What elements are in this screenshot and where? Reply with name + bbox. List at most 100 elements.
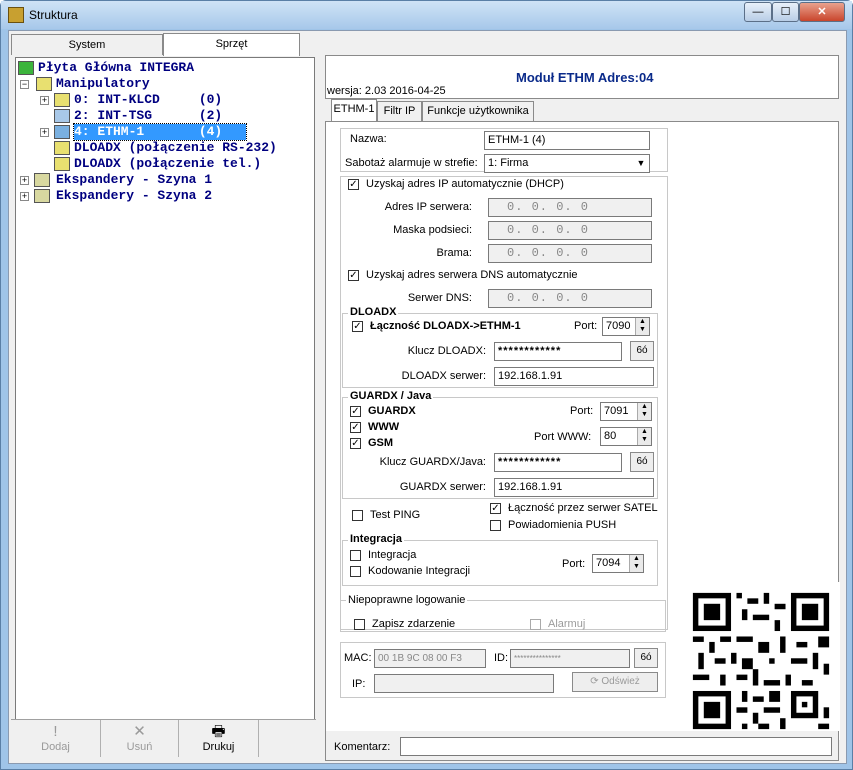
show-password-icon[interactable]: 6ó [634, 648, 658, 668]
expand-icon[interactable]: + [40, 96, 49, 105]
mac-input[interactable]: 00 1B 9C 08 00 F3 [374, 649, 486, 668]
www-port-label: Port WWW: [534, 431, 592, 443]
tree-dloadx-rs232[interactable]: DLOADX (połączenie RS-232) [74, 140, 277, 156]
tree-item-ethm1[interactable]: 4: ETHM-1 (4) [73, 123, 247, 141]
dloadx-group-title: DLOADX [348, 306, 399, 318]
test-ping-checkbox[interactable] [352, 510, 363, 521]
ip-label: Adres IP serwera: [384, 201, 472, 213]
expand-icon[interactable]: + [20, 192, 29, 201]
www-checkbox[interactable]: ✓ [350, 422, 361, 433]
expander-icon [34, 189, 50, 203]
add-button[interactable]: ! Dodaj [11, 720, 101, 757]
collapse-icon[interactable]: − [20, 80, 29, 89]
dloadx-icon [54, 141, 70, 155]
integration-group-title: Integracja [348, 533, 404, 545]
dloadx-key-label: Klucz DLOADX: [407, 345, 486, 357]
dhcp-checkbox[interactable]: ✓ [348, 179, 359, 190]
spinner-arrows-icon[interactable]: ▲ ▼ [635, 318, 649, 335]
log-event-checkbox[interactable] [354, 619, 365, 630]
touchscreen-icon [54, 109, 70, 123]
spinner-arrows-icon[interactable]: ▲ ▼ [637, 403, 651, 420]
mask-label: Maska podsieci: [393, 224, 472, 236]
gateway-input[interactable]: 0. 0. 0. 0 [488, 244, 652, 263]
tab-system[interactable]: System [11, 34, 163, 55]
integration-label: Integracja [368, 549, 417, 561]
test-ping-label: Test PING [370, 509, 421, 521]
ip2-label: IP: [352, 678, 366, 690]
comment-label: Komentarz: [334, 741, 391, 753]
dloadx-port-label: Port: [574, 320, 598, 332]
ip-input[interactable]: 0. 0. 0. 0 [488, 198, 652, 217]
tree-root[interactable]: Płyta Główna INTEGRA [38, 60, 194, 76]
integration-checkbox[interactable] [350, 550, 361, 561]
title-bar: Struktura — ☐ ✕ [1, 1, 852, 29]
spinner-arrows-icon[interactable]: ▲ ▼ [637, 428, 651, 445]
dns-input[interactable]: 0. 0. 0. 0 [488, 289, 652, 308]
chevron-down-icon: ▼ [636, 158, 646, 168]
remove-button[interactable]: ✕ Usuń [101, 720, 179, 757]
name-label: Nazwa: [350, 133, 387, 145]
tab-ethm1[interactable]: ETHM-1 [331, 99, 377, 121]
ip2-input[interactable] [374, 674, 554, 693]
guardx-key-label: Klucz GUARDX/Java: [379, 456, 486, 468]
dns-auto-checkbox[interactable]: ✓ [348, 270, 359, 281]
tamper-zone-select[interactable]: 1: Firma ▼ [484, 154, 650, 173]
dloadx-conn-checkbox[interactable]: ✓ [352, 321, 363, 332]
mac-label: MAC: [344, 652, 372, 664]
tree-manipulatory[interactable]: Manipulatory [56, 76, 150, 92]
mask-input[interactable]: 0. 0. 0. 0 [488, 221, 652, 240]
integration-port-spinner[interactable]: 7094 ▲ ▼ [592, 554, 644, 573]
version-label: wersja: 2.03 2016-04-25 [327, 85, 446, 97]
dloadx-icon [54, 157, 70, 171]
refresh-icon: ⟳ [590, 676, 602, 687]
guardx-key-input[interactable]: ************ [494, 453, 622, 472]
dloadx-port-spinner[interactable]: 7090 ▲ ▼ [602, 317, 650, 336]
id-input[interactable]: *************** [510, 649, 630, 668]
keypad-icon [54, 93, 70, 107]
tree-item-int-tsg[interactable]: 2: INT-TSG (2) [74, 108, 222, 124]
tab-sprzet[interactable]: Sprzęt [163, 33, 300, 56]
expand-icon[interactable]: + [40, 128, 49, 137]
gateway-label: Brama: [436, 247, 472, 259]
guardx-port-spinner[interactable]: 7091 ▲ ▼ [600, 402, 652, 421]
add-icon: ! [53, 723, 58, 740]
satel-server-checkbox[interactable]: ✓ [490, 503, 501, 514]
www-port-spinner[interactable]: 80 ▲ ▼ [600, 427, 652, 446]
show-password-icon[interactable]: 6ó [630, 341, 654, 361]
print-button[interactable]: 🖶 Drukuj [179, 720, 259, 757]
left-tabs: System Sprzęt [11, 33, 321, 56]
id-label: ID: [494, 652, 509, 664]
expand-icon[interactable]: + [20, 176, 29, 185]
tree-dloadx-tel[interactable]: DLOADX (połączenie tel.) [74, 156, 261, 172]
spinner-arrows-icon[interactable]: ▲ ▼ [629, 555, 643, 572]
tree-item-int-klcd[interactable]: 0: INT-KLCD (0) [74, 92, 222, 108]
right-pane: Moduł ETHM Adres:04 wersja: 2.03 2016-04… [325, 55, 840, 755]
device-tree[interactable]: Płyta Główna INTEGRA − Manipulatory + 0:… [15, 57, 315, 743]
comment-input[interactable] [400, 737, 832, 756]
left-toolbar: ! Dodaj ✕ Usuń 🖶 Drukuj [11, 719, 316, 757]
tree-expanders-bus1[interactable]: Ekspandery - Szyna 1 [56, 172, 212, 188]
integration-coding-label: Kodowanie Integracji [368, 565, 471, 577]
tab-ip-filter[interactable]: Filtr IP [377, 101, 422, 121]
show-password-icon[interactable]: 6ó [630, 452, 654, 472]
dloadx-server-label: DLOADX serwer: [401, 370, 486, 382]
dloadx-key-input[interactable]: ************ [494, 342, 622, 361]
alarm-checkbox[interactable] [530, 619, 541, 630]
guardx-server-input[interactable]: 192.168.1.91 [494, 478, 654, 497]
gsm-label: GSM [368, 437, 394, 449]
guardx-port-label: Port: [570, 405, 594, 417]
minimize-button[interactable]: — [744, 2, 772, 22]
push-checkbox[interactable] [490, 520, 501, 531]
close-button[interactable]: ✕ [799, 2, 845, 22]
module-title: Moduł ETHM Adres:04 [516, 70, 654, 85]
maximize-button[interactable]: ☐ [772, 2, 799, 22]
refresh-button[interactable]: ⟳ Odśwież [572, 672, 658, 692]
gsm-checkbox[interactable]: ✓ [350, 438, 361, 449]
integration-coding-checkbox[interactable] [350, 566, 361, 577]
name-input[interactable]: ETHM-1 (4) [484, 131, 650, 150]
tab-user-functions[interactable]: Funkcje użytkownika [422, 101, 534, 121]
dloadx-server-input[interactable]: 192.168.1.91 [494, 367, 654, 386]
tree-expanders-bus2[interactable]: Ekspandery - Szyna 2 [56, 188, 212, 204]
guardx-checkbox[interactable]: ✓ [350, 406, 361, 417]
keypad-icon [36, 77, 52, 91]
